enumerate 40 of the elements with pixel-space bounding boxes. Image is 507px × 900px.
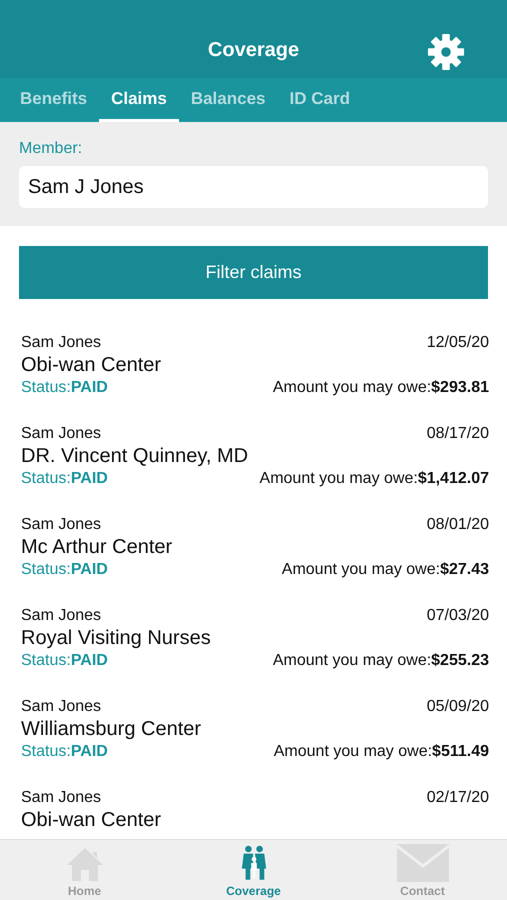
member-field[interactable]: Sam J Jones bbox=[19, 166, 488, 208]
provider-name: Obi-wan Center bbox=[21, 808, 162, 833]
claim-date: 05/09/20 bbox=[426, 697, 489, 717]
amount-owed: Amount you may owe:$511.49 bbox=[274, 742, 489, 762]
tab[interactable]: Balances bbox=[178, 78, 278, 122]
claim-status: Status:PAID bbox=[21, 378, 108, 398]
claim-status: Status:PAID bbox=[21, 651, 108, 671]
member-name: Sam Jones bbox=[21, 606, 102, 626]
settings-icon[interactable] bbox=[427, 33, 465, 71]
member-name: Sam Jones bbox=[21, 697, 102, 717]
bottom-tab[interactable]: Coverage bbox=[169, 840, 338, 900]
claim-date: 08/01/20 bbox=[426, 515, 489, 535]
claim-date: 07/03/20 bbox=[426, 606, 489, 626]
family-icon bbox=[240, 844, 268, 882]
tab[interactable]: ID Card bbox=[278, 78, 362, 122]
amount-owed: Amount you may owe:$27.43 bbox=[282, 560, 489, 580]
bottom-tab[interactable]: Home bbox=[0, 840, 169, 900]
member-name: Sam Jones bbox=[21, 424, 102, 444]
provider-name: Williamsburg Center bbox=[21, 717, 202, 742]
provider-name: Mc Arthur Center bbox=[21, 535, 172, 560]
member-name: Sam Jones bbox=[21, 788, 102, 808]
provider-name: DR. Vincent Quinney, MD bbox=[21, 444, 248, 469]
screen-title: Coverage bbox=[208, 39, 300, 63]
member-label: Member: bbox=[19, 140, 84, 158]
claim-status: Status:PAID bbox=[21, 469, 108, 489]
provider-name: Obi-wan Center bbox=[21, 353, 162, 378]
bottom-tab[interactable]: Contact bbox=[338, 840, 507, 900]
amount-owed: Amount you may owe:$293.81 bbox=[272, 378, 489, 398]
claim-status: Status:PAID bbox=[21, 742, 108, 762]
claim-date: 08/17/20 bbox=[426, 424, 489, 444]
claim-date: 02/17/20 bbox=[426, 788, 489, 808]
claim-date: 12/05/20 bbox=[426, 333, 489, 353]
claim-status: Status:PAID bbox=[21, 560, 108, 580]
amount-owed: Amount you may owe:$255.23 bbox=[272, 651, 489, 671]
provider-name: Royal Visiting Nurses bbox=[21, 626, 211, 651]
tab[interactable]: Benefits bbox=[8, 78, 100, 122]
filter-button[interactable]: Filter claims bbox=[19, 246, 488, 299]
member-name: Sam Jones bbox=[21, 515, 102, 535]
amount-owed: Amount you may owe:$1,412.07 bbox=[260, 469, 489, 489]
member-name: Sam Jones bbox=[21, 333, 102, 353]
